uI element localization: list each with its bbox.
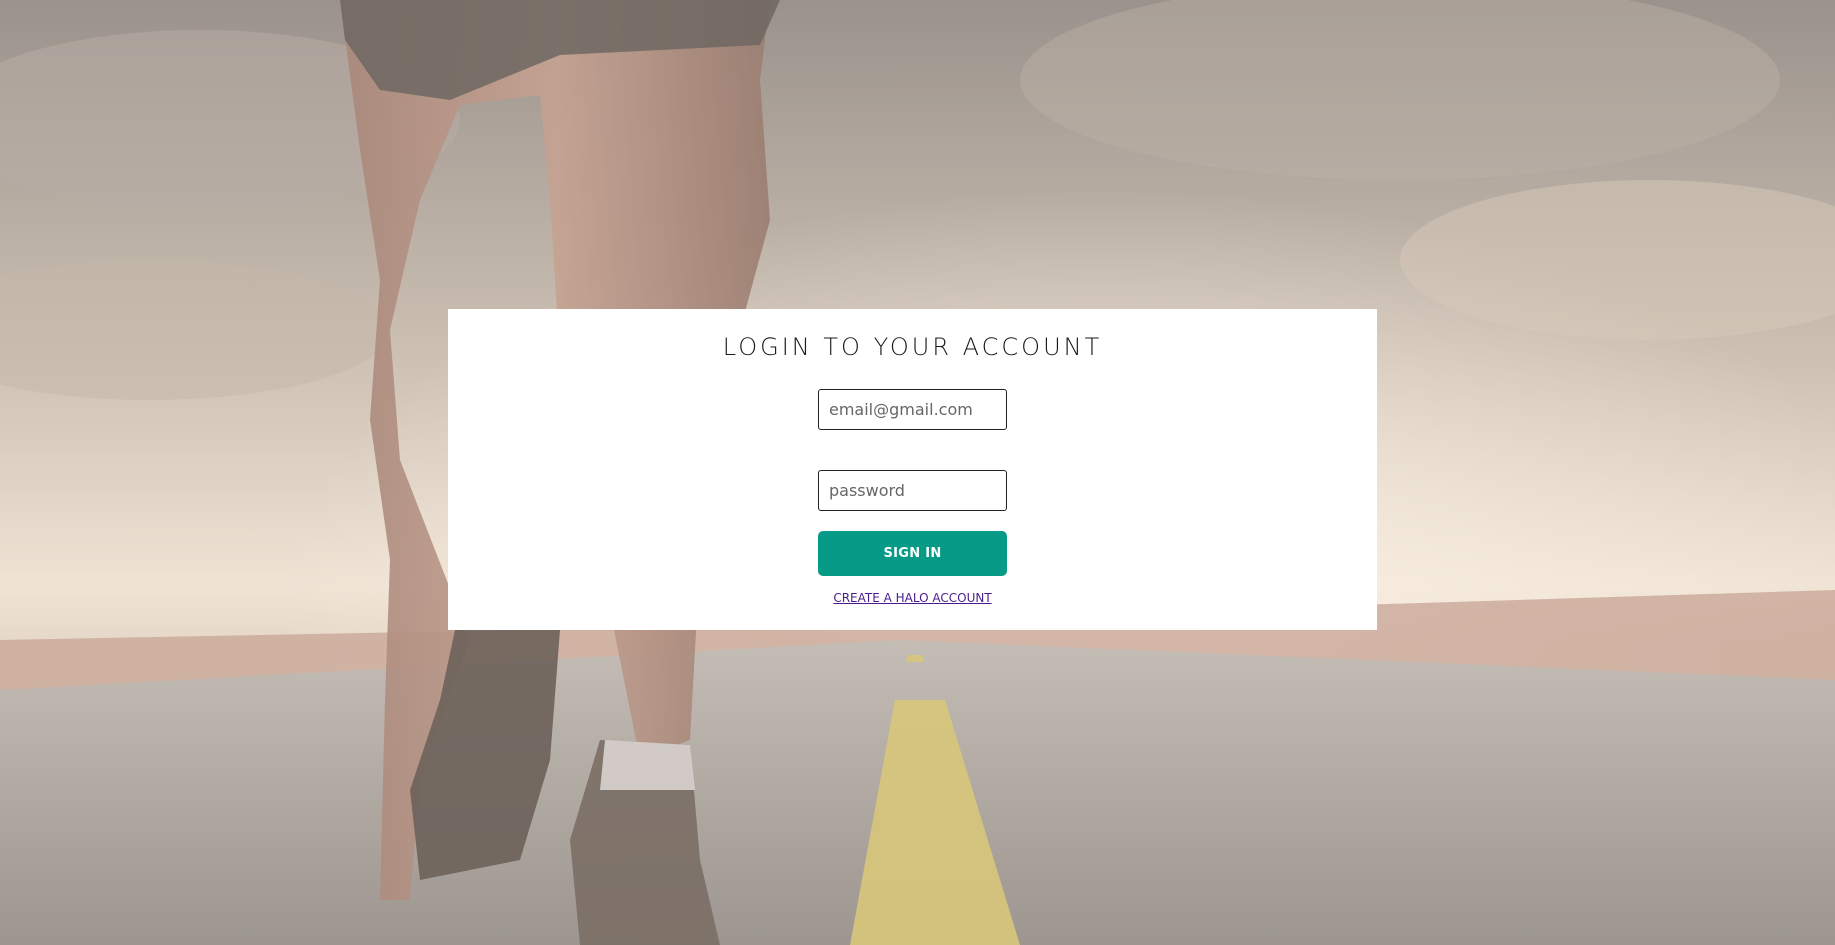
- login-card: LOGIN TO YOUR ACCOUNT SIGN IN CREATE A H…: [448, 309, 1377, 630]
- email-input[interactable]: [818, 389, 1007, 430]
- sign-in-button[interactable]: SIGN IN: [818, 531, 1007, 576]
- create-account-link[interactable]: CREATE A HALO ACCOUNT: [448, 591, 1377, 605]
- login-title: LOGIN TO YOUR ACCOUNT: [722, 333, 1103, 361]
- password-input[interactable]: [818, 470, 1007, 511]
